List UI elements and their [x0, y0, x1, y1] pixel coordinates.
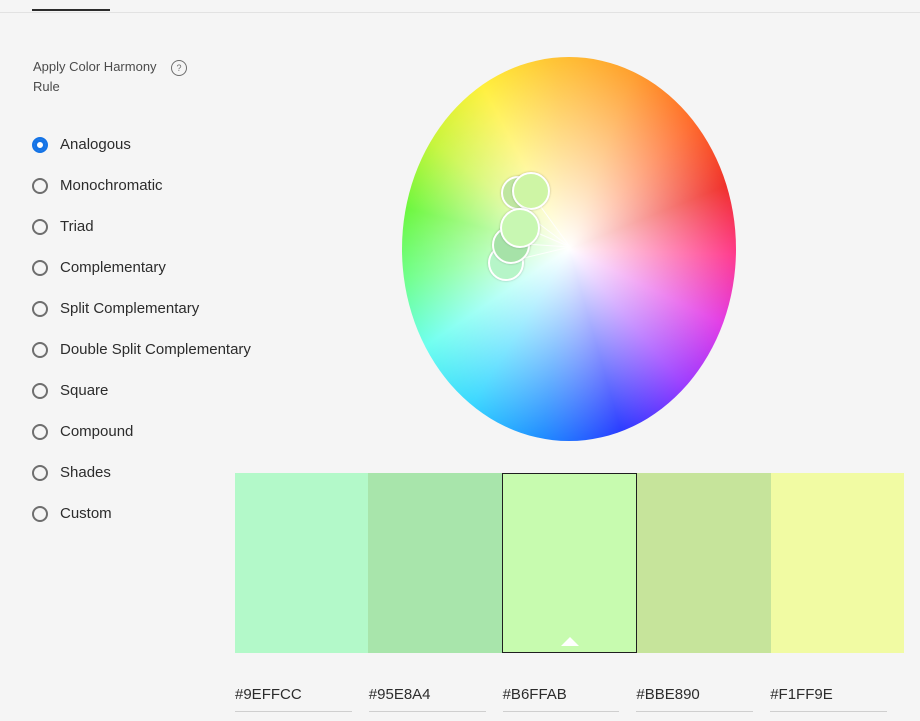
- rule-label: Complementary: [60, 259, 166, 276]
- rule-option-custom[interactable]: Custom: [32, 493, 251, 534]
- rule-option-compound[interactable]: Compound: [32, 411, 251, 452]
- rule-option-triad[interactable]: Triad: [32, 206, 251, 247]
- rule-option-square[interactable]: Square: [32, 370, 251, 411]
- radio-button[interactable]: [32, 423, 48, 440]
- color-handle-3-base[interactable]: [500, 208, 540, 248]
- harmony-rule-heading: Apply Color Harmony Rule: [33, 59, 157, 94]
- color-swatch-1[interactable]: [235, 473, 369, 653]
- hex-field-3[interactable]: #B6FFAB: [502, 684, 620, 712]
- radio-button[interactable]: [32, 341, 48, 358]
- rule-label: Custom: [60, 505, 112, 522]
- swatch-row: [235, 473, 905, 653]
- hex-field-5[interactable]: #F1FF9E: [770, 684, 887, 712]
- rule-label: Double Split Complementary: [60, 341, 251, 358]
- radio-button[interactable]: [32, 505, 48, 522]
- rule-label: Compound: [60, 423, 134, 440]
- color-swatch-5[interactable]: [770, 473, 905, 653]
- color-handle-4[interactable]: [512, 172, 550, 210]
- hex-field-row: #9EFFCC #95E8A4 #B6FFAB #BBE890 #F1FF9E: [235, 684, 904, 712]
- hex-field-4[interactable]: #BBE890: [636, 684, 754, 712]
- rule-option-complementary[interactable]: Complementary: [32, 247, 251, 288]
- rule-label: Triad: [60, 218, 94, 235]
- rule-label: Analogous: [60, 136, 131, 153]
- radio-button[interactable]: [32, 177, 48, 194]
- color-swatch-2[interactable]: [368, 473, 502, 653]
- rule-option-monochromatic[interactable]: Monochromatic: [32, 165, 251, 206]
- radio-button[interactable]: [32, 218, 48, 235]
- harmony-rule-list: Analogous Monochromatic Triad Complement…: [32, 124, 251, 534]
- active-tab-indicator: [32, 9, 110, 11]
- rule-option-shades[interactable]: Shades: [32, 452, 251, 493]
- rule-label: Split Complementary: [60, 300, 200, 317]
- radio-button[interactable]: [32, 259, 48, 276]
- radio-button[interactable]: [32, 464, 48, 481]
- hex-field-1[interactable]: #9EFFCC: [235, 684, 352, 712]
- color-swatch-4[interactable]: [637, 473, 771, 653]
- radio-button[interactable]: [32, 136, 48, 153]
- base-color-caret-icon: [560, 637, 579, 646]
- radio-button[interactable]: [32, 382, 48, 399]
- rule-option-double-split-complementary[interactable]: Double Split Complementary: [32, 329, 251, 370]
- color-swatch-3[interactable]: [501, 473, 638, 653]
- hex-field-2[interactable]: #95E8A4: [368, 684, 486, 712]
- color-wheel[interactable]: [402, 57, 736, 441]
- rule-label: Square: [60, 382, 109, 399]
- rule-option-analogous[interactable]: Analogous: [32, 124, 251, 165]
- rule-label: Monochromatic: [60, 177, 163, 194]
- rule-label: Shades: [60, 464, 111, 481]
- radio-button[interactable]: [32, 300, 48, 317]
- help-icon[interactable]: ?: [171, 60, 187, 76]
- top-tab-bar: [0, 0, 920, 13]
- rule-option-split-complementary[interactable]: Split Complementary: [32, 288, 251, 329]
